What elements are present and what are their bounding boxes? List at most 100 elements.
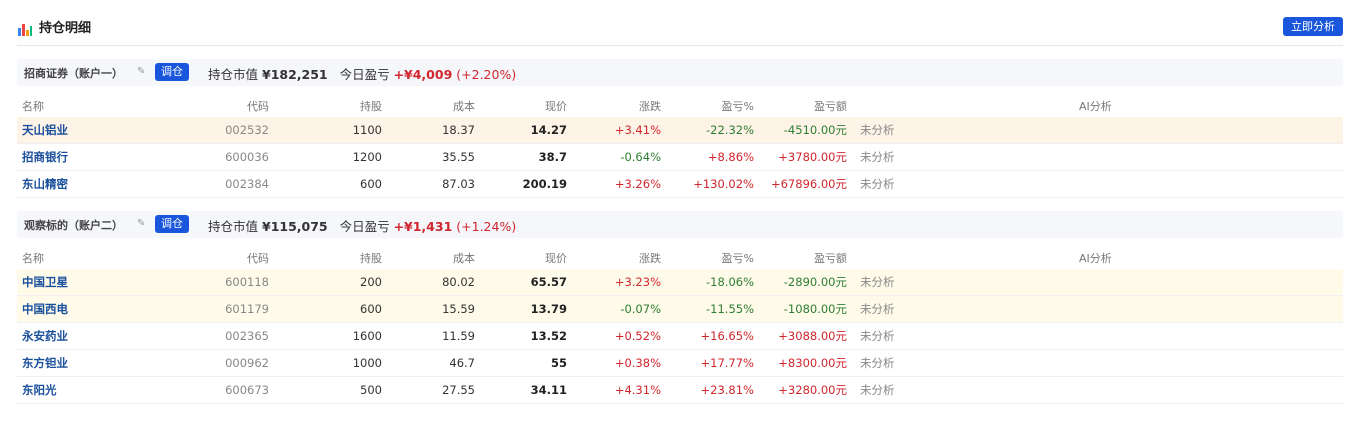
shares-held: 600 <box>360 177 382 191</box>
current-price: 55 <box>550 356 567 370</box>
current-price: 14.27 <box>530 123 567 137</box>
table-row[interactable]: 东山精密 002384 600 87.03 200.19 +3.26% +130.02% +6… <box>17 171 1343 198</box>
col-pnl-pct: 盈亏% <box>721 100 754 113</box>
shares-held: 1200 <box>352 150 382 164</box>
adjust-position-button[interactable]: 调仓 <box>155 215 189 233</box>
current-price: 200.19 <box>522 177 567 191</box>
today-pnl-label: 今日盈亏 <box>339 219 390 234</box>
ai-status: 未分析 <box>860 177 895 191</box>
col-price: 现价 <box>545 100 567 113</box>
stock-name[interactable]: 中国西电 <box>22 296 68 323</box>
current-price: 38.7 <box>538 150 567 164</box>
price-change: +0.38% <box>614 356 661 370</box>
col-change: 涨跌 <box>639 252 661 265</box>
stock-code: 600118 <box>225 275 269 289</box>
current-price: 13.52 <box>530 329 567 343</box>
stock-code: 002532 <box>225 123 269 137</box>
stock-name[interactable]: 永安药业 <box>22 323 68 350</box>
pnl-amount: +3280.00元 <box>778 383 847 397</box>
adjust-position-button[interactable]: 调仓 <box>155 63 189 81</box>
pnl-percent: -11.55% <box>706 302 754 316</box>
market-value: ¥115,075 <box>262 219 328 234</box>
shares-held: 200 <box>360 275 382 289</box>
market-value: ¥182,251 <box>262 67 328 82</box>
stock-name[interactable]: 天山铝业 <box>22 117 68 144</box>
table-row[interactable]: 中国卫星 600118 200 80.02 65.57 +3.23% -18.06% -289… <box>17 269 1343 296</box>
stock-name[interactable]: 东阳光 <box>22 377 57 404</box>
table-row[interactable]: 东阳光 600673 500 27.55 34.11 +4.31% +23.81% +3280… <box>17 377 1343 404</box>
stock-name[interactable]: 东方钽业 <box>22 350 68 377</box>
ai-status: 未分析 <box>860 383 895 397</box>
table-row[interactable]: 招商银行 600036 1200 35.55 38.7 -0.64% +8.86% +3780… <box>17 144 1343 171</box>
account-name: 招商证券（账户一） <box>24 67 123 80</box>
pnl-percent: +23.81% <box>700 383 755 397</box>
panel-header: 持仓明细 立即分析 <box>17 16 1343 46</box>
shares-held: 500 <box>360 383 382 397</box>
table-row[interactable]: 中国西电 601179 600 15.59 13.79 -0.07% -11.55% -108… <box>17 296 1343 323</box>
col-ai: AI分析 <box>1079 252 1112 265</box>
stock-name[interactable]: 中国卫星 <box>22 269 68 296</box>
col-code: 代码 <box>247 252 269 265</box>
stock-name[interactable]: 东山精密 <box>22 171 68 198</box>
price-change: -0.64% <box>620 150 661 164</box>
ai-status: 未分析 <box>860 302 895 316</box>
col-code: 代码 <box>247 100 269 113</box>
cost-price: 11.59 <box>442 329 475 343</box>
price-change: +0.52% <box>614 329 661 343</box>
stock-code: 002384 <box>225 177 269 191</box>
account-name: 观察标的（账户二） <box>24 219 123 232</box>
account-section-1: 招商证券（账户一） ✎ 调仓 持仓市值 ¥182,251 今日盈亏 +¥4,00… <box>17 59 1343 203</box>
today-pnl-pct: (+2.20%) <box>456 67 517 82</box>
current-price: 34.11 <box>530 383 567 397</box>
pnl-percent: +16.65% <box>700 329 755 343</box>
pnl-amount: +3780.00元 <box>778 150 847 164</box>
pnl-amount: +3088.00元 <box>778 329 847 343</box>
pnl-percent: +130.02% <box>693 177 754 191</box>
panel-title: 持仓明细 <box>39 21 92 36</box>
cost-price: 35.55 <box>442 150 475 164</box>
table-row[interactable]: 永安药业 002365 1600 11.59 13.52 +0.52% +16.65% +30… <box>17 323 1343 350</box>
shares-held: 1100 <box>352 123 382 137</box>
col-change: 涨跌 <box>639 100 661 113</box>
pnl-amount: -1080.00元 <box>783 302 847 316</box>
shares-held: 600 <box>360 302 382 316</box>
account-bar: 招商证券（账户一） ✎ 调仓 持仓市值 ¥182,251 今日盈亏 +¥4,00… <box>17 59 1343 86</box>
today-pnl-pct: (+1.24%) <box>456 219 517 234</box>
price-change: +3.23% <box>614 275 661 289</box>
price-change: +3.26% <box>614 177 661 191</box>
col-ai: AI分析 <box>1079 100 1112 113</box>
pnl-percent: +8.86% <box>707 150 754 164</box>
stock-code: 600036 <box>225 150 269 164</box>
analyze-now-button[interactable]: 立即分析 <box>1283 17 1343 36</box>
current-price: 65.57 <box>530 275 567 289</box>
cost-price: 15.59 <box>442 302 475 316</box>
stock-code: 600673 <box>225 383 269 397</box>
account-stats: 持仓市值 ¥182,251 今日盈亏 +¥4,009 (+2.20%) <box>208 64 516 83</box>
market-value-label: 持仓市值 <box>208 67 259 82</box>
pnl-percent: -18.06% <box>706 275 754 289</box>
holdings-panel: 持仓明细 立即分析 招商证券（账户一） ✎ 调仓 持仓市值 ¥182,251 今… <box>5 6 1355 426</box>
pnl-amount: +8300.00元 <box>778 356 847 370</box>
stock-name[interactable]: 招商银行 <box>22 144 68 171</box>
table-header: 名称 代码 持股 成本 现价 涨跌 盈亏% 盈亏额 AI分析 <box>17 97 1343 117</box>
table-row[interactable]: 天山铝业 002532 1100 18.37 14.27 +3.41% -22.32% -45… <box>17 117 1343 144</box>
ai-status: 未分析 <box>860 329 895 343</box>
ai-status: 未分析 <box>860 123 895 137</box>
edit-icon[interactable]: ✎ <box>137 218 145 229</box>
col-price: 现价 <box>545 252 567 265</box>
cost-price: 87.03 <box>442 177 475 191</box>
pnl-percent: -22.32% <box>706 123 754 137</box>
today-pnl: +¥4,009 <box>393 67 453 82</box>
col-pnl-amt: 盈亏额 <box>814 100 847 113</box>
table-header: 名称 代码 持股 成本 现价 涨跌 盈亏% 盈亏额 AI分析 <box>17 249 1343 269</box>
price-change: -0.07% <box>620 302 661 316</box>
edit-icon[interactable]: ✎ <box>137 66 145 77</box>
ai-status: 未分析 <box>860 275 895 289</box>
stock-code: 000962 <box>225 356 269 370</box>
table-row[interactable]: 东方钽业 000962 1000 46.7 55 +0.38% +17.77% +8300.0… <box>17 350 1343 377</box>
col-pnl-amt: 盈亏额 <box>814 252 847 265</box>
stock-code: 601179 <box>225 302 269 316</box>
today-pnl-label: 今日盈亏 <box>339 67 390 82</box>
col-shares: 持股 <box>360 252 382 265</box>
account-stats: 持仓市值 ¥115,075 今日盈亏 +¥1,431 (+1.24%) <box>208 216 516 235</box>
